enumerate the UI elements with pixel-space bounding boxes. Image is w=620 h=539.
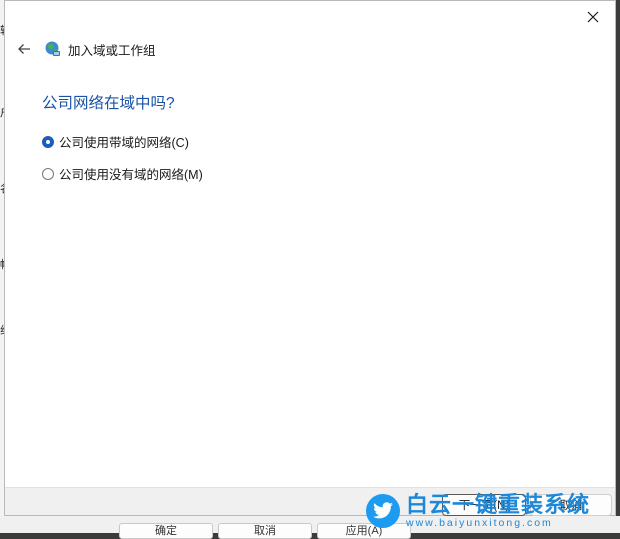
next-button[interactable]: 下一页(N) bbox=[442, 494, 526, 516]
join-domain-dialog: 加入域或工作组 公司网络在域中吗? 公司使用带域的网络(C) 公司使用没有域的网… bbox=[4, 0, 616, 516]
network-globe-icon bbox=[45, 41, 60, 56]
dialog-title: 加入域或工作组 bbox=[68, 43, 156, 58]
option-label[interactable]: 公司使用没有域的网络(M) bbox=[59, 164, 203, 183]
radio-domain-network[interactable] bbox=[42, 135, 54, 148]
option-no-domain-network[interactable]: 公司使用没有域的网络(M) bbox=[42, 164, 203, 183]
background-cancel-button[interactable]: 取消 bbox=[218, 523, 312, 539]
background-ok-button[interactable]: 确定 bbox=[119, 523, 213, 539]
cancel-button[interactable]: 取消 bbox=[530, 494, 612, 516]
dialog-footer: 下一页(N) 取消 bbox=[5, 487, 615, 516]
question-heading: 公司网络在域中吗? bbox=[42, 95, 175, 112]
radio-no-domain-network[interactable] bbox=[42, 167, 54, 180]
close-button[interactable] bbox=[571, 1, 615, 33]
back-arrow-icon bbox=[18, 44, 30, 54]
close-icon bbox=[587, 11, 599, 23]
background-apply-button[interactable]: 应用(A) bbox=[317, 523, 411, 539]
option-label[interactable]: 公司使用带域的网络(C) bbox=[59, 132, 189, 151]
option-domain-network[interactable]: 公司使用带域的网络(C) bbox=[42, 132, 189, 151]
dialog-header: 加入域或工作组 bbox=[5, 35, 615, 63]
back-button[interactable] bbox=[12, 37, 36, 61]
